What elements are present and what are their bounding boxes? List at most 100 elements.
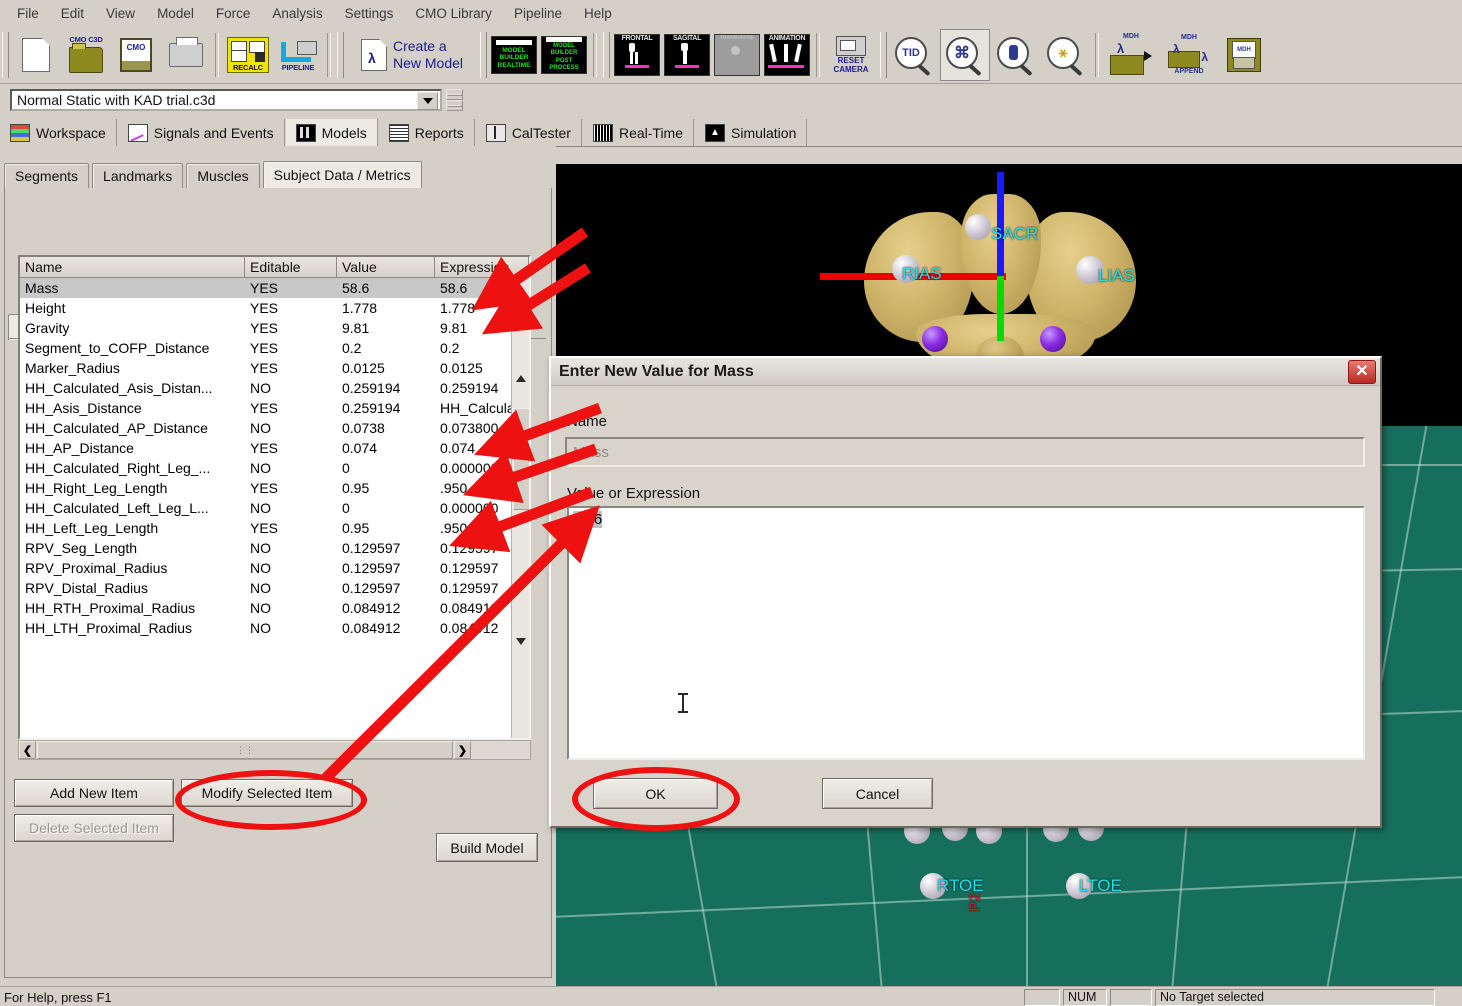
transverse-view-button[interactable]: TRANSVERSE: [713, 30, 761, 80]
add-new-item-label: Add New Item: [50, 785, 138, 801]
mdh-append-button[interactable]: MDH λ λ APPEND: [1160, 30, 1218, 80]
bone-magnifier-icon: ⌘: [945, 36, 985, 76]
model-builder-post-process-button[interactable]: MODEL BUILDER POST PROCESS: [540, 30, 588, 80]
add-new-item-button[interactable]: Add New Item: [14, 779, 174, 807]
main-toolbar: CMO C3D CMO RECALC PIPELINE λ Create a N…: [0, 26, 1462, 84]
table-row[interactable]: HH_LTH_Proximal_Radius NO 0.084912 0.084912: [20, 618, 529, 638]
enter-new-value-dialog[interactable]: Enter New Value for Mass ✕ Name Mass Val…: [549, 356, 1382, 828]
print-button[interactable]: [162, 30, 210, 80]
table-row[interactable]: HH_Calculated_AP_Distance NO 0.0738 0.07380…: [20, 418, 529, 438]
marker-inspect-button[interactable]: [992, 30, 1040, 80]
spinner-up[interactable]: [446, 89, 463, 100]
cancel-button[interactable]: Cancel: [822, 778, 933, 809]
toolbar-grip-5[interactable]: [880, 31, 887, 78]
table-vertical-scrollbar[interactable]: [511, 278, 529, 738]
tab-reports[interactable]: Reports: [379, 119, 475, 146]
tab-workspace[interactable]: Workspace: [0, 119, 117, 146]
tab-real-time[interactable]: Real-Time: [583, 119, 694, 146]
trial-file-combobox[interactable]: Normal Static with KAD trial.c3d: [10, 89, 442, 111]
scroll-up-arrow[interactable]: [512, 370, 529, 387]
trial-spinner[interactable]: [446, 89, 463, 111]
mdh-save-button[interactable]: MDH: [1220, 30, 1268, 80]
toolbar-grip-3[interactable]: [480, 31, 487, 78]
close-icon[interactable]: ✕: [1348, 359, 1376, 384]
scroll-down-arrow[interactable]: [512, 633, 529, 650]
value-or-expression-textarea[interactable]: 58.6: [567, 506, 1365, 760]
column-header-name[interactable]: Name: [20, 257, 245, 278]
menu-item-file[interactable]: File: [6, 3, 50, 24]
table-row[interactable]: RPV_Distal_Radius NO 0.129597 0.129597: [20, 578, 529, 598]
create-new-model-button[interactable]: λ Create a New Model: [347, 30, 477, 80]
column-header-editable[interactable]: Editable: [245, 257, 337, 278]
menu-item-analysis[interactable]: Analysis: [261, 3, 333, 24]
hscroll-right-button[interactable]: ❯: [454, 741, 471, 759]
table-row[interactable]: HH_Calculated_Right_Leg_... NO 0 0.000000: [20, 458, 529, 478]
dialog-title-bar[interactable]: Enter New Value for Mass ✕: [551, 358, 1380, 386]
tab-models[interactable]: Models: [285, 119, 378, 146]
pipeline-button[interactable]: PIPELINE: [274, 30, 322, 80]
table-row[interactable]: Gravity YES 9.81 9.81: [20, 318, 529, 338]
menu-item-help[interactable]: Help: [573, 3, 623, 24]
table-row[interactable]: RPV_Seg_Length NO 0.129597 0.129597: [20, 538, 529, 558]
mbrt-l3: REALTIME: [497, 61, 531, 69]
toolbar-grip[interactable]: [2, 31, 9, 78]
table-row[interactable]: HH_Left_Leg_Length YES 0.95.950: [20, 518, 529, 538]
sagittal-view-button[interactable]: SAGITAL: [663, 30, 711, 80]
table-row[interactable]: HH_RTH_Proximal_Radius NO 0.084912 0.084912: [20, 598, 529, 618]
menu-item-force[interactable]: Force: [205, 3, 262, 24]
menu-item-cmo-library[interactable]: CMO Library: [404, 3, 503, 24]
modify-selected-item-button[interactable]: Modify Selected Item: [181, 779, 353, 807]
tab-muscles[interactable]: Muscles: [186, 163, 260, 188]
table-row[interactable]: HH_Right_Leg_Length YES 0.95.950: [20, 478, 529, 498]
column-header-expression[interactable]: Expression: [435, 257, 529, 278]
table-row[interactable]: Marker_Radius YES 0.0125 0.0125: [20, 358, 529, 378]
table-row[interactable]: Mass YES 58.6 58.6: [20, 278, 529, 298]
recalc-button[interactable]: RECALC: [224, 30, 272, 80]
tab-landmarks[interactable]: Landmarks: [92, 163, 184, 188]
subject-data-table[interactable]: Name Editable Value Expression Mass YES 58…: [18, 255, 531, 740]
table-row[interactable]: HH_Calculated_Left_Leg_L... NO 0 0.000000: [20, 498, 529, 518]
spinner-down[interactable]: [446, 100, 463, 111]
build-model-button[interactable]: Build Model: [436, 833, 538, 862]
subject-inspect-button[interactable]: ⚹: [1042, 30, 1090, 80]
toolbar-grip-4[interactable]: [603, 31, 610, 78]
new-file-button[interactable]: [12, 30, 60, 80]
table-horizontal-scrollbar[interactable]: ❮ ⋮⋮ ❯: [18, 740, 531, 760]
model-builder-realtime-button[interactable]: MODEL BUILDER REALTIME: [490, 30, 538, 80]
tab-simulation[interactable]: ▲ Simulation: [695, 119, 808, 146]
menu-item-edit[interactable]: Edit: [50, 3, 95, 24]
marker-label-ltoe: LTOE: [1079, 876, 1122, 895]
menu-item-pipeline[interactable]: Pipeline: [503, 3, 573, 24]
cell-name: HH_Left_Leg_Length: [25, 520, 159, 536]
save-cmo-button[interactable]: CMO: [112, 30, 160, 80]
tab-segments[interactable]: Segments: [4, 163, 90, 188]
scroll-thumb[interactable]: [513, 408, 529, 510]
cell-name: HH_LTH_Proximal_Radius: [25, 620, 193, 636]
reset-camera-button[interactable]: RESET CAMERA: [825, 30, 877, 80]
table-row[interactable]: HH_Calculated_Asis_Distan... NO 0.259194 0.…: [20, 378, 529, 398]
frontal-view-button[interactable]: FRONTAL: [613, 30, 661, 80]
table-row[interactable]: HH_Asis_Distance YES 0.259194 HH_Calcula: [20, 398, 529, 418]
toolbar-grip-2[interactable]: [337, 31, 344, 78]
table-row[interactable]: Segment_to_COFP_Distance YES 0.2 0.2: [20, 338, 529, 358]
hscroll-thumb[interactable]: ⋮⋮: [37, 741, 453, 759]
tab-subject-data-metrics[interactable]: Subject Data / Metrics: [262, 161, 422, 188]
menu-item-settings[interactable]: Settings: [334, 3, 405, 24]
menu-item-view[interactable]: View: [95, 3, 146, 24]
table-row[interactable]: HH_AP_Distance YES 0.074 0.074: [20, 438, 529, 458]
open-cmo-c3d-button[interactable]: CMO C3D: [62, 30, 110, 80]
tid-inspect-button[interactable]: TID: [890, 30, 938, 80]
animation-view-button[interactable]: ANIMATION: [763, 30, 811, 80]
column-header-value[interactable]: Value: [337, 257, 435, 278]
hscroll-left-button[interactable]: ❮: [19, 741, 36, 759]
chevron-down-icon[interactable]: [417, 92, 438, 110]
ok-button[interactable]: OK: [593, 778, 718, 809]
delete-selected-item-button[interactable]: Delete Selected Item: [14, 814, 174, 842]
tab-signals-and-events[interactable]: Signals and Events: [118, 119, 285, 146]
mdh-open-button[interactable]: MDH λ: [1104, 30, 1158, 80]
bone-inspect-button[interactable]: ⌘: [940, 28, 990, 81]
tab-caltester[interactable]: CalTester: [476, 119, 582, 146]
table-row[interactable]: Height YES 1.778 1.778: [20, 298, 529, 318]
menu-item-model[interactable]: Model: [146, 3, 205, 24]
table-row[interactable]: RPV_Proximal_Radius NO 0.129597 0.129597: [20, 558, 529, 578]
